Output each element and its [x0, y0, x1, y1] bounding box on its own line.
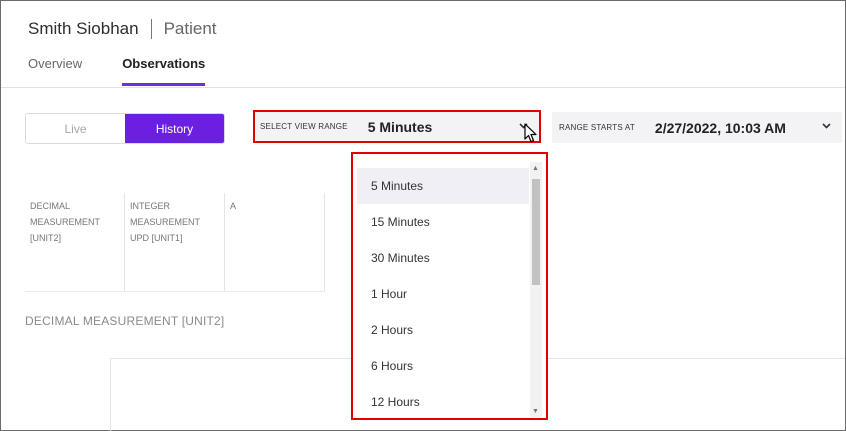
- mouse-pointer-icon: [524, 123, 538, 148]
- tab-bar: Overview Observations: [28, 56, 245, 86]
- history-button[interactable]: History: [125, 114, 224, 143]
- scroll-up-arrow-icon[interactable]: ▲: [532, 165, 539, 173]
- column-header: INTEGER MEASUREMENT UPD [UNIT1]: [125, 193, 225, 291]
- patient-role: Patient: [163, 19, 217, 38]
- view-range-dropdown: 5 Minutes 15 Minutes 30 Minutes 1 Hour 2…: [351, 152, 548, 420]
- dropdown-option-15-minutes[interactable]: 15 Minutes: [357, 204, 529, 240]
- dropdown-option-5-minutes[interactable]: 5 Minutes: [357, 168, 529, 204]
- range-start-value: 2/27/2022, 10:03 AM: [654, 119, 786, 136]
- column-header-line: UPD [UNIT1]: [130, 233, 183, 243]
- column-header: A: [225, 193, 325, 291]
- range-start-label: RANGE STARTS AT: [559, 123, 635, 132]
- measurement-columns: DECIMAL MEASUREMENT [UNIT2] INTEGER MEAS…: [25, 193, 325, 292]
- header-separator: [150, 19, 152, 39]
- live-button[interactable]: Live: [26, 114, 125, 143]
- dropdown-option-1-hour[interactable]: 1 Hour: [357, 276, 529, 312]
- column-header-line: [UNIT2]: [30, 233, 62, 243]
- dropdown-list: 5 Minutes 15 Minutes 30 Minutes 1 Hour 2…: [357, 168, 529, 418]
- scrollbar-thumb[interactable]: [532, 179, 540, 285]
- section-title: DECIMAL MEASUREMENT [UNIT2]: [25, 314, 225, 328]
- patient-name: Smith Siobhan: [28, 19, 139, 38]
- dropdown-option-30-minutes[interactable]: 30 Minutes: [357, 240, 529, 276]
- column-header-line: MEASUREMENT: [30, 217, 101, 227]
- view-range-select[interactable]: SELECT VIEW RANGE 5 Minutes: [253, 110, 541, 143]
- column-header-line: INTEGER: [130, 201, 171, 211]
- view-range-value: 5 Minutes: [367, 118, 433, 135]
- dropdown-scrollbar[interactable]: ▲ ▼: [530, 162, 542, 417]
- dropdown-option-12-hours[interactable]: 12 Hours: [357, 384, 529, 418]
- dropdown-option-6-hours[interactable]: 6 Hours: [357, 348, 529, 384]
- column-header-line: MEASUREMENT: [130, 217, 201, 227]
- scroll-down-arrow-icon[interactable]: ▼: [532, 408, 539, 416]
- tab-overview[interactable]: Overview: [28, 56, 82, 86]
- column-header: DECIMAL MEASUREMENT [UNIT2]: [25, 193, 125, 291]
- tab-observations[interactable]: Observations: [122, 56, 206, 86]
- dropdown-option-2-hours[interactable]: 2 Hours: [357, 312, 529, 348]
- column-header-line: DECIMAL: [30, 201, 71, 211]
- chevron-down-icon[interactable]: [821, 120, 832, 134]
- view-range-label: SELECT VIEW RANGE: [260, 122, 348, 131]
- mode-toggle: Live History: [25, 113, 225, 144]
- tabs-divider: [1, 87, 845, 88]
- column-header-line: A: [230, 201, 237, 211]
- range-start-select[interactable]: RANGE STARTS AT 2/27/2022, 10:03 AM: [552, 112, 842, 143]
- patient-header: Smith Siobhan Patient: [28, 19, 217, 39]
